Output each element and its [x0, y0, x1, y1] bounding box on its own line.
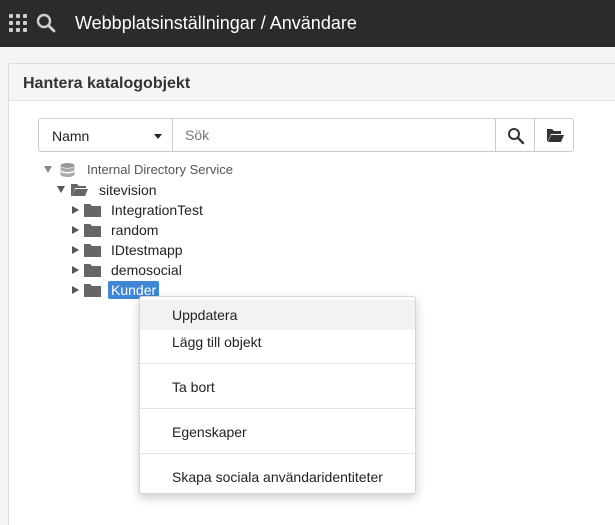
page-title: Webbplatsinställningar / Användare	[75, 13, 357, 33]
apps-grid-icon[interactable]	[9, 14, 27, 32]
menu-item-create-social-identities[interactable]: Skapa sociala användaridentiteter	[140, 462, 415, 492]
tree-label-sitevision: sitevision	[99, 182, 157, 198]
top-bar: Webbplatsinställningar / Användare	[0, 0, 615, 47]
folder-icon	[84, 204, 101, 217]
expand-arrow-icon[interactable]	[72, 286, 79, 294]
folder-open-icon	[547, 129, 564, 142]
panel-header: Hantera katalogobjekt	[9, 64, 615, 101]
folder-icon	[84, 244, 101, 257]
expand-arrow-icon[interactable]	[72, 246, 79, 254]
expand-arrow-icon[interactable]	[72, 266, 79, 274]
tree-node-folder[interactable]: random	[70, 221, 190, 241]
tree-node-sitevision[interactable]: sitevision	[57, 181, 177, 201]
search-icon	[508, 128, 525, 145]
collapse-arrow-icon[interactable]	[44, 166, 52, 173]
browse-folder-button[interactable]	[534, 118, 574, 152]
menu-item-add-object[interactable]: Lägg till objekt	[140, 327, 415, 357]
tree-node-root[interactable]: Internal Directory Service	[44, 161, 244, 181]
menu-divider	[140, 408, 415, 409]
tree-label-folder: random	[111, 222, 159, 238]
menu-item-delete[interactable]: Ta bort	[140, 372, 415, 402]
tree-label-folder: IDtestmapp	[111, 242, 183, 258]
tree-label-root: Internal Directory Service	[87, 162, 233, 177]
search-button[interactable]	[495, 118, 535, 152]
folder-icon	[84, 224, 101, 237]
expand-arrow-icon[interactable]	[72, 226, 79, 234]
menu-divider	[140, 363, 415, 364]
search-field-select[interactable]: Namn	[38, 118, 173, 152]
select-value: Namn	[52, 128, 90, 144]
menu-item-properties[interactable]: Egenskaper	[140, 417, 415, 447]
tree-node-folder[interactable]: demosocial	[70, 261, 210, 281]
menu-divider	[140, 453, 415, 454]
folder-icon	[84, 284, 101, 297]
collapse-arrow-icon[interactable]	[57, 186, 65, 193]
search-input[interactable]	[172, 118, 496, 152]
database-icon	[60, 163, 75, 177]
tree-node-folder[interactable]: IDtestmapp	[70, 241, 210, 261]
menu-item-update[interactable]: Uppdatera	[140, 300, 415, 330]
folder-icon	[84, 264, 101, 277]
caret-down-icon	[154, 134, 162, 139]
tree-node-folder[interactable]: IntegrationTest	[70, 201, 230, 221]
panel-title: Hantera katalogobjekt	[23, 75, 191, 92]
expand-arrow-icon[interactable]	[72, 206, 79, 214]
tree-label-folder: demosocial	[111, 262, 182, 278]
search-icon[interactable]	[36, 13, 56, 33]
folder-open-icon	[71, 184, 88, 196]
tree-label-folder: IntegrationTest	[111, 202, 203, 218]
context-menu: Uppdatera Lägg till objekt Ta bort Egens…	[139, 296, 416, 494]
